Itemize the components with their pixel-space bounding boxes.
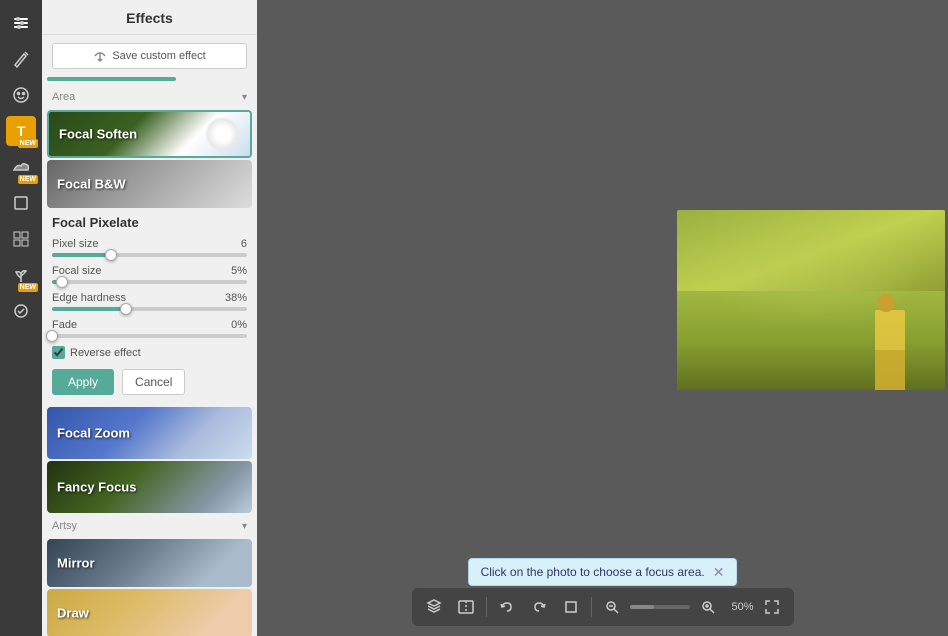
tooltip-text: Click on the photo to choose a focus are… xyxy=(481,565,705,579)
toolbar-wand-icon[interactable] xyxy=(6,44,36,74)
fancy-focus-label: Fancy Focus xyxy=(57,480,136,495)
toolbar-divider-1 xyxy=(486,597,487,617)
effects-scroll-area[interactable]: Area ▾ Focal Soften Focal B&W Focal Pixe… xyxy=(42,77,257,636)
focal-pixelate-title: Focal Pixelate xyxy=(52,215,247,230)
reverse-effect-checkbox[interactable] xyxy=(52,346,65,359)
zoom-slider-container xyxy=(630,605,690,609)
reverse-effect-row: Reverse effect xyxy=(52,346,247,359)
redo-button[interactable] xyxy=(525,593,553,621)
fullscreen-button[interactable] xyxy=(758,593,786,621)
canvas-image[interactable] xyxy=(677,210,945,390)
toolbar-crop-icon[interactable] xyxy=(6,188,36,218)
figure-head xyxy=(877,294,895,312)
bottom-toolbar: 50% xyxy=(412,588,794,626)
pixel-size-row: Pixel size 6 xyxy=(52,238,247,257)
draw-label: Draw xyxy=(57,606,89,621)
toolbar-effects-icon[interactable] xyxy=(6,296,36,326)
toolbar-texture-icon[interactable] xyxy=(6,224,36,254)
undo-button[interactable] xyxy=(493,593,521,621)
focal-soften-label: Focal Soften xyxy=(59,127,137,142)
tooltip-close[interactable]: ✕ xyxy=(713,565,725,579)
category-artsy: Artsy ▾ xyxy=(42,515,257,537)
effects-panel: Effects Save custom effect Area ▾ Focal … xyxy=(42,0,257,636)
mirror-label: Mirror xyxy=(57,556,95,571)
zoom-in-button[interactable] xyxy=(694,593,722,621)
artsy-chevron-icon: ▾ xyxy=(242,521,247,532)
edge-hardness-row: Edge hardness 38% xyxy=(52,292,247,311)
action-buttons: Apply Cancel xyxy=(52,369,247,395)
toolbar-sky-icon[interactable]: NEW xyxy=(6,152,36,182)
fade-row: Fade 0% xyxy=(52,319,247,338)
main-canvas-area[interactable]: Click on the photo to choose a focus are… xyxy=(257,0,948,636)
effects-title: Effects xyxy=(42,0,257,35)
zoom-slider[interactable] xyxy=(630,605,690,609)
compare-button[interactable] xyxy=(452,593,480,621)
apply-button[interactable]: Apply xyxy=(52,369,114,395)
focal-size-row: Focal size 5% xyxy=(52,265,247,284)
toolbar-divider-2 xyxy=(591,597,592,617)
toolbar-text-icon[interactable]: T NEW xyxy=(6,116,36,146)
pixel-size-slider[interactable] xyxy=(52,253,247,257)
edge-hardness-slider[interactable] xyxy=(52,307,247,311)
crop-button[interactable] xyxy=(557,593,585,621)
left-toolbar: T NEW NEW NEW xyxy=(0,0,42,636)
zoom-level: 50% xyxy=(726,601,754,613)
cancel-button[interactable]: Cancel xyxy=(122,369,185,395)
zoom-out-button[interactable] xyxy=(598,593,626,621)
toolbar-adjust-icon[interactable] xyxy=(6,8,36,38)
focal-bw-label: Focal B&W xyxy=(57,177,126,192)
effect-draw[interactable]: Draw xyxy=(47,589,252,636)
focal-zoom-label: Focal Zoom xyxy=(57,426,130,441)
focal-pixelate-section: Focal Pixelate Pixel size 6 Focal size 5… xyxy=(42,210,257,405)
toolbar-face-icon[interactable] xyxy=(6,80,36,110)
category-area: Area ▾ xyxy=(42,86,257,108)
figure xyxy=(875,310,905,390)
effect-focal-zoom[interactable]: Focal Zoom xyxy=(47,407,252,459)
effect-fancy-focus[interactable]: Fancy Focus xyxy=(47,461,252,513)
focal-size-slider[interactable] xyxy=(52,280,247,284)
effect-focal-soften[interactable]: Focal Soften xyxy=(47,110,252,158)
fade-slider[interactable] xyxy=(52,334,247,338)
chevron-down-icon: ▾ xyxy=(242,92,247,103)
info-tooltip: Click on the photo to choose a focus are… xyxy=(468,558,738,586)
reverse-effect-label[interactable]: Reverse effect xyxy=(70,347,141,359)
effect-focal-bw[interactable]: Focal B&W xyxy=(47,160,252,208)
toolbar-plant-icon[interactable]: NEW xyxy=(6,260,36,290)
layers-button[interactable] xyxy=(420,593,448,621)
save-custom-button[interactable]: Save custom effect xyxy=(52,43,247,69)
effect-mirror[interactable]: Mirror xyxy=(47,539,252,587)
